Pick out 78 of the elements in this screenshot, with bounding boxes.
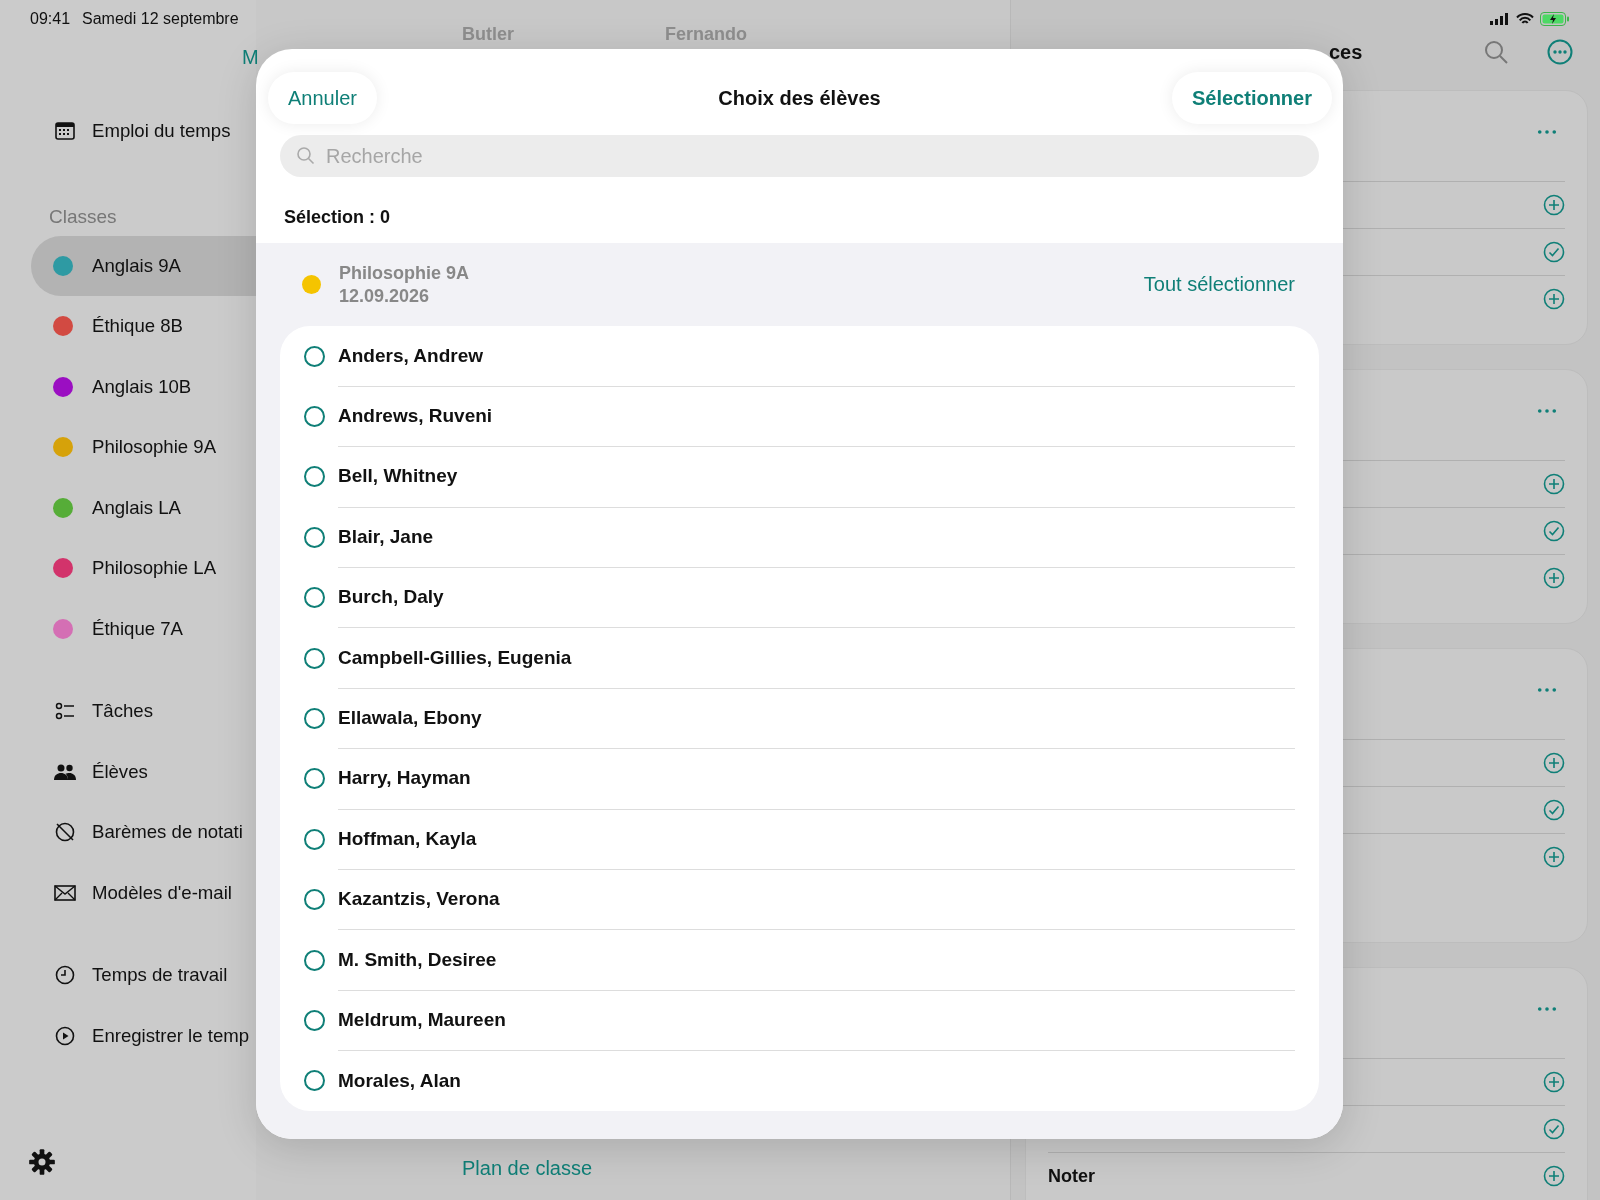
student-name[interactable]: Meldrum, Maureen (338, 989, 1295, 1052)
radio-button[interactable] (304, 587, 325, 609)
select-button[interactable]: Sélectionner (1171, 72, 1332, 124)
radio-button[interactable] (304, 708, 325, 730)
section-header: Classes (48, 204, 118, 229)
sidebar-item[interactable]: Temps de travail (0, 945, 256, 1006)
radio-button[interactable] (304, 526, 325, 548)
radio-button[interactable] (304, 1010, 325, 1031)
radio-button[interactable] (304, 345, 325, 367)
ellipsis-icon[interactable] (1537, 408, 1557, 414)
panel-title: ces (1329, 40, 1363, 64)
student-name[interactable]: Burch, Daly (338, 567, 1295, 629)
status-date: Samedi 12 septembre (82, 10, 239, 28)
sidebar-item[interactable]: Emploi du temps (0, 101, 256, 162)
settings-icon[interactable] (28, 1148, 56, 1176)
student-name[interactable]: Morales, Alan (338, 1050, 1295, 1112)
checkmark-circle-icon[interactable] (1543, 241, 1565, 263)
wifi-icon (1516, 12, 1534, 26)
class-item[interactable]: Philosophie 9A (31, 417, 256, 478)
student-name[interactable]: Bell, Whitney (338, 446, 1295, 508)
class-item[interactable]: Éthique 8B (31, 296, 256, 357)
student-name[interactable]: Campbell-Gillies, Eugenia (338, 627, 1295, 689)
dialog-title: Choix des élèves (718, 87, 881, 110)
search-icon[interactable] (1482, 38, 1510, 66)
ellipsis-icon[interactable] (1537, 1006, 1557, 1012)
sidebar-item[interactable]: Enregistrer le temp (0, 1005, 256, 1066)
search-icon (296, 146, 316, 166)
signal-icon (1490, 13, 1510, 25)
sidebar-item[interactable]: Élèves (0, 741, 256, 802)
row-label: Noter (1048, 1165, 1095, 1187)
checkmark-circle-icon[interactable] (1543, 799, 1565, 821)
student-name[interactable]: M. Smith, Desiree (338, 929, 1295, 991)
radio-button[interactable] (304, 949, 325, 971)
radio-button[interactable] (304, 466, 325, 488)
class-item[interactable]: Anglais 10B (31, 356, 256, 417)
plus-circle-icon[interactable] (1543, 194, 1565, 216)
class-item[interactable]: Anglais LA (31, 477, 256, 538)
radio-button[interactable] (304, 406, 325, 428)
class-item[interactable]: Éthique 7A (31, 598, 256, 659)
student-name[interactable]: Harry, Hayman (338, 748, 1295, 810)
checkmark-circle-icon[interactable] (1543, 520, 1565, 542)
student-name[interactable]: Ellawala, Ebony (338, 687, 1295, 750)
student-name[interactable]: Kazantzis, Verona (338, 869, 1295, 931)
radio-button[interactable] (304, 828, 325, 850)
radio-button[interactable] (304, 1070, 325, 1092)
plus-circle-icon[interactable] (1543, 288, 1565, 310)
column-header: Butler (462, 24, 514, 45)
class-name: Philosophie 9A (339, 262, 470, 284)
ellipsis-icon[interactable] (1537, 687, 1557, 693)
sidebar-item[interactable]: Tâches (0, 681, 256, 742)
select-all-button[interactable]: Tout sélectionner (1143, 273, 1295, 296)
more-icon[interactable] (1546, 38, 1574, 66)
plus-circle-icon[interactable] (1543, 752, 1565, 774)
checkmark-circle-icon[interactable] (1543, 1118, 1565, 1140)
sidebar-item[interactable]: Modèles d'e-mail (0, 862, 256, 923)
class-date: 12.09.2026 (339, 285, 431, 307)
plus-circle-icon[interactable] (1543, 473, 1565, 495)
student-name[interactable]: Hoffman, Kayla (338, 808, 1295, 870)
radio-button[interactable] (304, 647, 325, 669)
sidebar-item[interactable]: Barèmes de notati (0, 802, 256, 863)
student-name[interactable]: Anders, Andrew (338, 325, 1295, 387)
class-item[interactable]: Anglais 9A (31, 235, 256, 296)
plus-circle-icon[interactable] (1543, 1071, 1565, 1093)
column-header: Fernando (665, 24, 747, 45)
class-item[interactable]: Philosophie LA (31, 538, 256, 599)
status-time: 09:41 (30, 10, 71, 28)
search-field[interactable]: Recherche (280, 135, 1319, 177)
battery-icon (1540, 12, 1570, 26)
plus-circle-icon[interactable] (1543, 1165, 1565, 1187)
ellipsis-icon[interactable] (1537, 129, 1557, 135)
cancel-button[interactable]: Annuler (268, 72, 377, 124)
plus-circle-icon[interactable] (1543, 567, 1565, 589)
plus-circle-icon[interactable] (1543, 846, 1565, 868)
radio-button[interactable] (304, 768, 325, 790)
radio-button[interactable] (304, 889, 325, 911)
selection-count: Sélection : 0 (283, 206, 392, 229)
student-name[interactable]: Andrews, Ruveni (338, 385, 1295, 448)
student-name[interactable]: Blair, Jane (338, 506, 1295, 569)
